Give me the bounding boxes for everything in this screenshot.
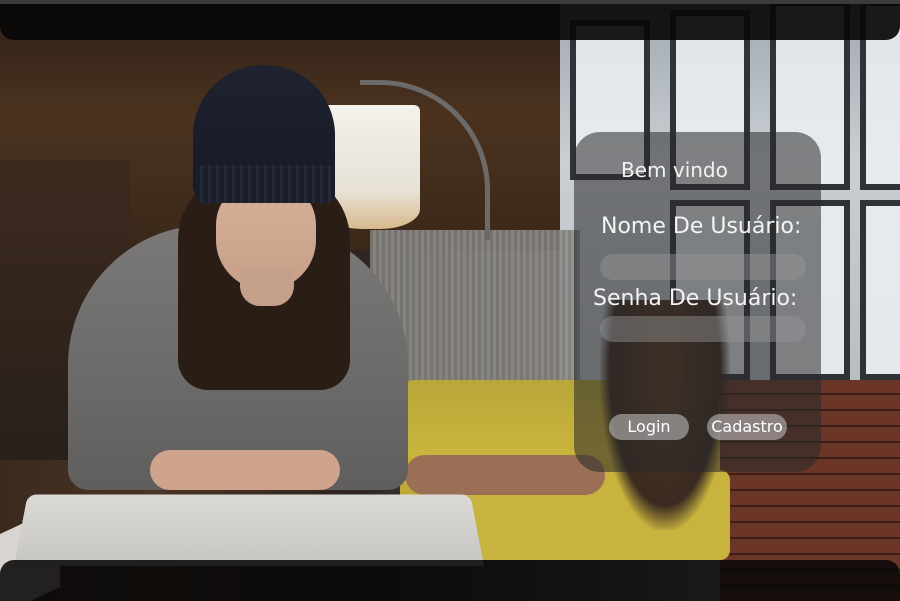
username-label: Nome De Usuário: bbox=[601, 214, 802, 239]
username-input[interactable] bbox=[600, 254, 806, 280]
password-input[interactable] bbox=[600, 316, 806, 342]
welcome-heading: Bem vindo bbox=[621, 158, 728, 182]
background-person-legs bbox=[405, 455, 605, 495]
page: Bem vindo Nome De Usuário: Senha De Usuá… bbox=[0, 0, 900, 601]
password-label: Senha De Usuário: bbox=[593, 286, 798, 311]
person-hands bbox=[150, 450, 340, 490]
top-bar bbox=[0, 4, 900, 40]
person-beanie-band bbox=[195, 165, 335, 203]
bottom-bar bbox=[0, 560, 900, 601]
person-neck bbox=[240, 270, 294, 306]
login-panel: Bem vindo Nome De Usuário: Senha De Usuá… bbox=[574, 132, 821, 472]
register-button[interactable]: Cadastro bbox=[707, 414, 787, 440]
login-button[interactable]: Login bbox=[609, 414, 689, 440]
window-pane bbox=[860, 200, 900, 380]
